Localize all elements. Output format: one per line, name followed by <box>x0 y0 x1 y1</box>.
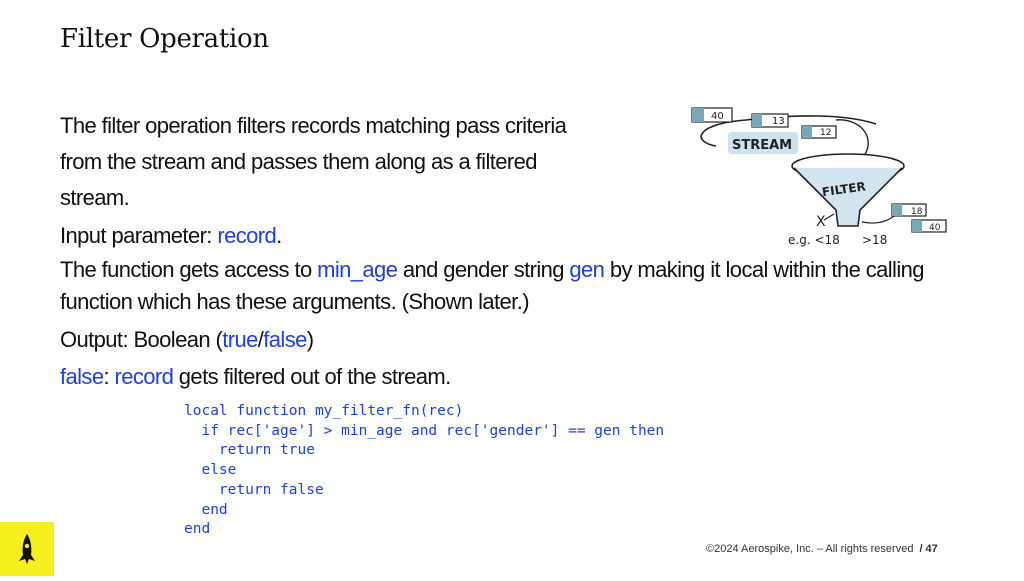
reject-mark: X <box>816 214 826 230</box>
code-line: end <box>184 501 228 518</box>
code-line: local function my_filter_fn(rec) <box>184 403 464 419</box>
footer: ©2024 Aerospike, Inc. – All rights reser… <box>706 543 938 555</box>
output-value: 40 <box>929 223 941 233</box>
page-number: / 47 <box>919 543 938 555</box>
record-value: 40 <box>711 111 724 122</box>
min-age-var: min_age <box>317 257 398 282</box>
code-block: local function my_filter_fn(rec) if rec[… <box>184 402 664 540</box>
stream-flow <box>835 119 869 157</box>
code-line: if rec['age'] > min_age and rec['gender'… <box>184 422 665 439</box>
func-pre: The function gets access to <box>60 257 318 282</box>
slide-title: Filter Operation <box>60 24 269 54</box>
code-line: else <box>184 462 237 479</box>
output-false: false <box>263 327 307 352</box>
false-rest: gets filtered out of the stream. <box>173 364 451 389</box>
copyright-text: ©2024 Aerospike, Inc. – All rights reser… <box>706 543 914 555</box>
record-value: 12 <box>820 128 831 138</box>
record-box-fill <box>692 108 704 122</box>
funnel-body <box>793 167 903 227</box>
gen-var: gen <box>569 257 605 282</box>
function-access-line: The function gets access to min_age and … <box>60 254 960 318</box>
false-record: record <box>114 364 174 389</box>
output-value: 18 <box>911 207 923 217</box>
input-parameter-line: Input parameter: record. <box>60 218 282 254</box>
code-line: end <box>184 521 211 538</box>
record-box-fill <box>802 126 812 138</box>
func-mid: and gender string <box>397 257 570 282</box>
stream-label: STREAM <box>732 138 792 153</box>
example-label: e.g. <18 <box>788 233 840 247</box>
input-value: record <box>217 223 277 248</box>
output-box-fill <box>912 220 922 232</box>
stream-filter-illustration: STREAM 40 13 12 FILTER 18 40 X e.g. <18 … <box>691 107 947 247</box>
record-box-fill <box>752 114 762 127</box>
input-label: Input parameter: <box>60 223 218 248</box>
pass-label: >18 <box>862 233 887 247</box>
filter-description: The filter operation filters records mat… <box>60 113 567 210</box>
output-box-fill <box>892 204 902 216</box>
aerospike-logo <box>0 522 54 576</box>
record-value: 13 <box>772 116 785 127</box>
output-label: Output: Boolean ( <box>60 327 223 352</box>
input-end: . <box>276 223 282 248</box>
output-line: Output: Boolean (true/false) <box>60 322 314 358</box>
code-line: return false <box>184 481 324 498</box>
output-true: true <box>222 327 258 352</box>
false-line: false: record gets filtered out of the s… <box>60 359 451 395</box>
false-colon: : <box>103 364 115 389</box>
rocket-icon <box>19 534 35 564</box>
output-end: ) <box>306 327 314 352</box>
code-line: return true <box>184 442 315 459</box>
false-word: false <box>60 364 104 389</box>
